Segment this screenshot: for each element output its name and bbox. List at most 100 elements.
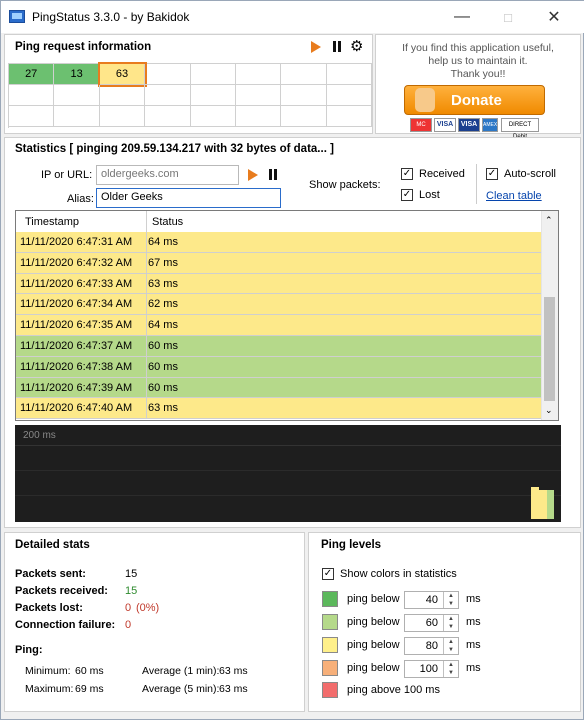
level-swatch[interactable]	[322, 660, 338, 676]
start-statistics-icon[interactable]	[248, 169, 258, 181]
ip-label: IP or URL:	[41, 169, 93, 181]
minimize-button[interactable]: —	[439, 1, 485, 33]
level-threshold-stepper[interactable]: 40 ▲ ▼	[404, 591, 459, 609]
graph-bar	[531, 487, 539, 519]
col-status[interactable]: Status	[152, 216, 183, 228]
level-threshold-stepper[interactable]: 60 ▲ ▼	[404, 614, 459, 632]
spin-arrows-icon[interactable]: ▲ ▼	[443, 638, 458, 654]
ping-request-header: Ping request information	[15, 41, 152, 53]
spin-arrows-icon[interactable]: ▲ ▼	[443, 661, 458, 677]
ping-request-cell	[54, 85, 100, 106]
donate-message-line1: If you find this application useful,	[402, 42, 554, 54]
donate-button[interactable]: Donate	[404, 85, 545, 115]
level-threshold-value[interactable]: 80	[426, 640, 438, 652]
lost-checkbox[interactable]: ✓	[401, 189, 413, 201]
level-threshold-stepper[interactable]: 100 ▲ ▼	[404, 660, 459, 678]
show-colors-label: Show colors in statistics	[340, 568, 457, 580]
packets-lost-label: Packets lost:	[15, 602, 83, 614]
title-bar: PingStatus 3.3.0 - by Bakidok — □ ✕	[1, 1, 585, 33]
ping-request-cell	[190, 106, 236, 127]
level-label: ping below	[347, 593, 400, 605]
show-colors-checkbox[interactable]: ✓	[322, 568, 334, 580]
close-button[interactable]: ✕	[531, 1, 577, 33]
level-threshold-value[interactable]: 40	[426, 594, 438, 606]
table-row[interactable]: 11/11/2020 6:47:40 AM 63 ms	[16, 398, 543, 420]
ping-request-cell	[281, 85, 327, 106]
packets-sent-value: 15	[125, 568, 138, 580]
scroll-thumb[interactable]	[544, 297, 555, 401]
level-unit: ms	[466, 593, 481, 605]
average-5min-value: 63 ms	[219, 683, 248, 695]
clean-table-link[interactable]: Clean table	[486, 190, 542, 202]
level-threshold-value[interactable]: 60	[426, 617, 438, 629]
ip-url-input[interactable]: oldergeeks.com	[96, 165, 239, 185]
row-divider	[146, 356, 147, 377]
table-header: Timestamp Status	[16, 211, 543, 233]
table-row[interactable]: 11/11/2020 6:47:33 AM 63 ms	[16, 273, 543, 295]
ping-request-cell: 27	[9, 64, 55, 85]
app-icon	[9, 10, 25, 23]
row-timestamp: 11/11/2020 6:47:34 AM	[20, 298, 133, 311]
ping-request-cell	[235, 85, 282, 106]
ping-levels-header: Ping levels	[321, 539, 382, 551]
level-unit: ms	[466, 662, 481, 674]
level-swatch[interactable]	[322, 591, 338, 607]
level-threshold-stepper[interactable]: 80 ▲ ▼	[404, 637, 459, 655]
spin-arrows-icon[interactable]: ▲ ▼	[443, 592, 458, 608]
packets-received-value: 15	[125, 585, 138, 597]
table-row[interactable]: 11/11/2020 6:47:31 AM 64 ms	[16, 232, 543, 253]
ping-request-cell	[99, 85, 146, 106]
received-checkbox[interactable]: ✓	[401, 168, 413, 180]
col-timestamp[interactable]: Timestamp	[25, 216, 79, 228]
row-divider	[146, 336, 147, 356]
table-row[interactable]: 11/11/2020 6:47:34 AM 62 ms	[16, 294, 543, 316]
row-divider	[146, 377, 147, 398]
table-row[interactable]: 11/11/2020 6:47:37 AM 60 ms	[16, 336, 543, 357]
window-title: PingStatus 3.3.0 - by Bakidok	[32, 10, 190, 24]
pause-ping-icon[interactable]	[333, 41, 341, 52]
start-ping-icon[interactable]	[311, 41, 321, 53]
ping-request-cell	[145, 106, 191, 127]
level-swatch-above[interactable]	[322, 682, 338, 698]
alias-input[interactable]: Older Geeks	[96, 188, 281, 208]
row-divider	[146, 294, 147, 315]
pause-statistics-icon[interactable]	[269, 169, 277, 180]
row-divider	[146, 398, 147, 419]
row-divider	[146, 315, 147, 335]
row-status: 64 ms	[148, 236, 178, 248]
spin-arrows-icon[interactable]: ▲ ▼	[443, 615, 458, 631]
table-scrollbar[interactable]: ⌃ ⌄	[541, 211, 558, 420]
level-threshold-value[interactable]: 100	[420, 663, 438, 675]
level-label: ping below	[347, 662, 400, 674]
table-row[interactable]: 11/11/2020 6:47:39 AM 60 ms	[16, 377, 543, 399]
close-icon: ✕	[547, 9, 561, 26]
ping-request-cell	[235, 106, 282, 127]
visa-electron-icon: VISA	[458, 118, 480, 132]
settings-gear-icon[interactable]: ⚙	[350, 37, 363, 55]
level-swatch[interactable]	[322, 614, 338, 630]
table-row[interactable]: 11/11/2020 6:47:35 AM 64 ms	[16, 315, 543, 336]
level-swatch[interactable]	[322, 637, 338, 653]
graph-gridline	[15, 445, 561, 446]
row-status: 60 ms	[148, 340, 178, 352]
row-timestamp: 11/11/2020 6:47:37 AM	[20, 340, 133, 352]
scroll-down-icon[interactable]: ⌄	[545, 405, 553, 416]
graph-bar	[539, 490, 547, 519]
ping-request-cell	[9, 85, 55, 106]
donate-message-line2: help us to maintain it.	[428, 55, 528, 67]
table-row[interactable]: 11/11/2020 6:47:38 AM 60 ms	[16, 356, 543, 378]
maximize-button[interactable]: □	[485, 1, 531, 33]
scroll-up-icon[interactable]: ⌃	[545, 215, 553, 226]
ping-request-cell	[190, 85, 236, 106]
divider	[476, 164, 477, 204]
donate-button-label: Donate	[451, 92, 502, 109]
ping-above-label: ping above 100 ms	[347, 684, 440, 696]
connection-failure-label: Connection failure:	[15, 619, 116, 631]
average-5min-label: Average (5 min):	[142, 683, 220, 695]
autoscroll-checkbox[interactable]: ✓	[486, 168, 498, 180]
amex-icon: AMEX	[482, 118, 498, 132]
row-timestamp: 11/11/2020 6:47:40 AM	[20, 402, 133, 415]
table-row[interactable]: 11/11/2020 6:47:32 AM 67 ms	[16, 252, 543, 274]
packets-sent-label: Packets sent:	[15, 568, 86, 580]
graph-gridline	[15, 495, 561, 496]
